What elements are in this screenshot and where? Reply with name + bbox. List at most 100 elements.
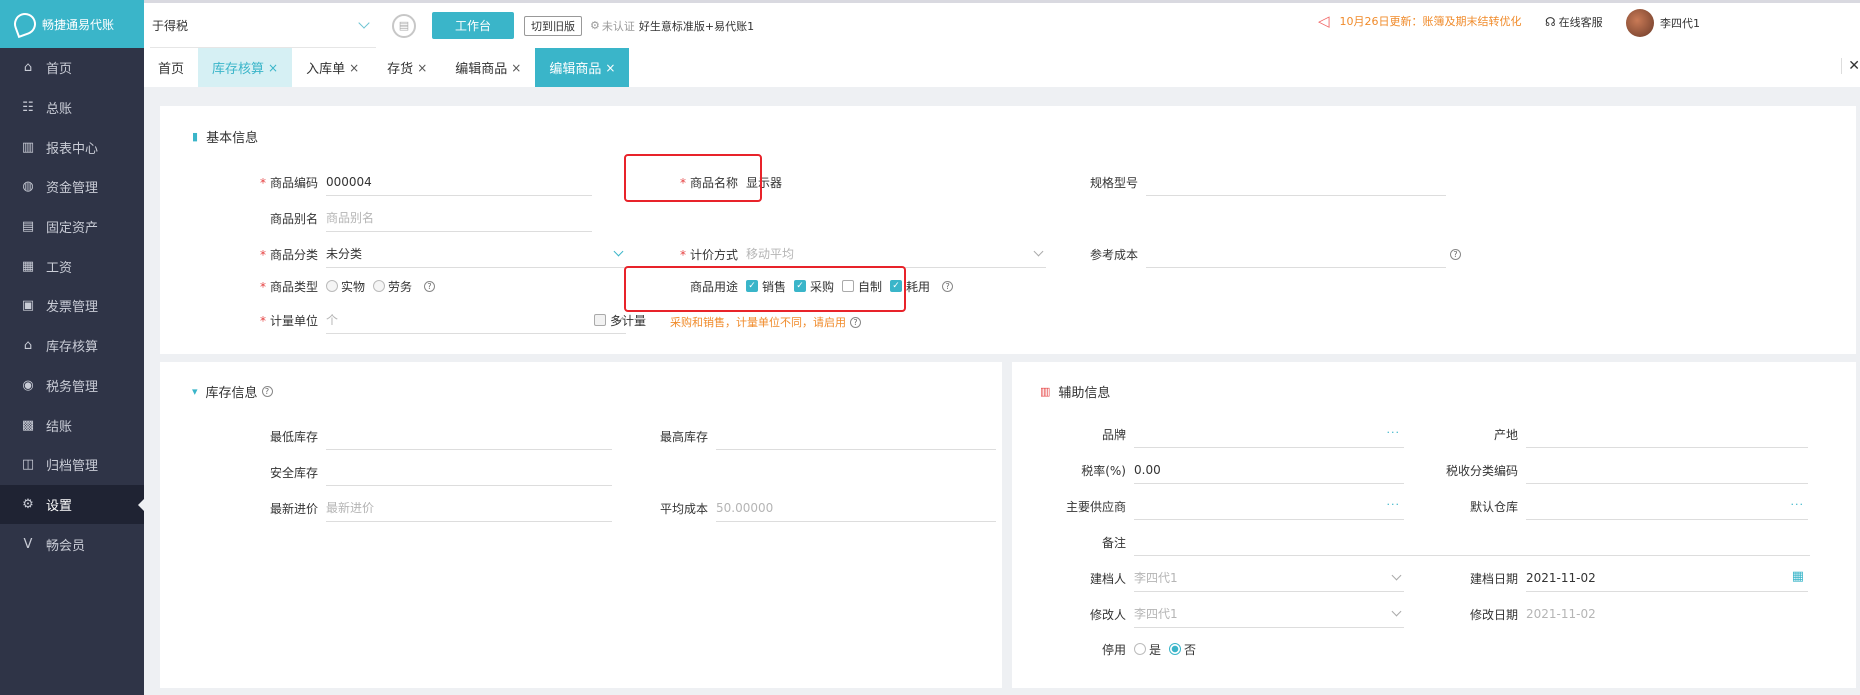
sidebar-item-9[interactable]: ▩ 结账 — [0, 405, 144, 445]
help-icon[interactable]: ? — [850, 316, 861, 328]
help-icon[interactable]: ? — [261, 386, 273, 397]
type-radio-physical[interactable]: 实物 — [326, 278, 365, 295]
usage-option-label: 耗用 — [906, 279, 931, 294]
sidebar-item-1[interactable]: ☷ 总账 — [0, 88, 144, 128]
unit-select[interactable]: 个 — [326, 306, 626, 334]
company-select[interactable]: 于得税 — [150, 4, 376, 48]
tax-rate-input[interactable]: 0.00 — [1134, 456, 1404, 484]
last-price-input[interactable]: 最新进价 — [326, 494, 612, 522]
logo-text: 畅捷通易代账 — [42, 17, 115, 32]
note-input[interactable] — [1134, 528, 1810, 556]
sidebar-item-4[interactable]: ▤ 固定资产 — [0, 207, 144, 247]
modifier-select[interactable]: 李四代1 — [1134, 600, 1404, 628]
tab-0[interactable]: 首页 — [144, 48, 198, 87]
aux-info-title: 辅助信息 — [1058, 386, 1111, 401]
sidebar-item-label: 资金管理 — [46, 181, 99, 197]
sidebar-item-2[interactable]: ▥ 报表中心 — [0, 127, 144, 167]
sidebar-item-3[interactable]: ◍ 资金管理 — [0, 167, 144, 207]
help-icon[interactable]: ? — [942, 280, 954, 292]
creator-select[interactable]: 李四代1 — [1134, 564, 1404, 592]
avg-cost-field: 平均成本 50.00000 — [616, 494, 996, 522]
more-icon[interactable]: ··· — [1791, 498, 1805, 511]
workbench-button[interactable]: 工作台 — [432, 12, 514, 39]
category-select[interactable]: 未分类 — [326, 240, 626, 268]
safe-stock-input[interactable] — [326, 458, 612, 486]
trash-icon: ▾ — [192, 385, 198, 398]
calendar-icon[interactable]: ▦ — [1792, 569, 1804, 584]
close-icon[interactable]: × — [268, 61, 278, 75]
modify-date-label: 修改日期 — [1469, 607, 1518, 622]
min-stock-input[interactable] — [326, 422, 612, 450]
sidebar-item-12[interactable]: V 畅会员 — [0, 524, 144, 564]
document-icon[interactable]: ▤ — [392, 13, 416, 38]
origin-input[interactable] — [1526, 420, 1808, 448]
tab-2[interactable]: 入库单 × — [292, 48, 373, 87]
tab-3[interactable]: 存货 × — [373, 48, 441, 87]
tab-label: 库存核算 — [212, 62, 265, 77]
app-logo[interactable]: 畅捷通易代账 — [0, 0, 144, 48]
ref-cost-input[interactable] — [1146, 240, 1446, 268]
close-icon[interactable]: × — [417, 61, 427, 75]
type-radio-service[interactable]: 劳务 — [373, 278, 412, 295]
ledger-icon: ☷ — [22, 100, 34, 116]
tab-1[interactable]: 库存核算 × — [198, 48, 293, 87]
alias-field: 商品别名 商品别名 — [200, 204, 592, 232]
tab-4[interactable]: 编辑商品 × — [441, 48, 535, 87]
user-menu[interactable]: 李四代1 — [1626, 9, 1700, 37]
sidebar-item-label: 报表中心 — [46, 141, 99, 157]
create-date-input[interactable]: 2021-11-02 ▦ — [1526, 564, 1808, 592]
sidebar-item-8[interactable]: ◉ 税务管理 — [0, 366, 144, 406]
sidebar: 畅捷通易代账 ⌂ 首页 ☷ 总账 ▥ 报表中心 ◍ 资金管理 ▤ 固定资产 ▦ 工资 ▣ 发票管理 ⌂ 库存核… — [0, 0, 144, 695]
close-all-tabs-icon[interactable]: ✕ — [1841, 58, 1860, 74]
announcement[interactable]: ◁ 10月26日更新：账簿及期末结转优化 — [1318, 12, 1522, 30]
modify-date-field: 修改日期 2021-11-02 — [1402, 600, 1808, 628]
alias-input[interactable]: 商品别名 — [326, 204, 592, 232]
disable-radio-no[interactable]: 否 — [1169, 641, 1196, 658]
multi-unit-checkbox[interactable]: 多计量 — [594, 312, 646, 329]
max-stock-input[interactable] — [716, 422, 996, 450]
safe-stock-label: 安全库存 — [269, 465, 318, 480]
cert-status-text: 未认证 — [601, 19, 635, 33]
sidebar-item-0[interactable]: ⌂ 首页 — [0, 48, 144, 88]
unit-field: * 计量单位 个 — [200, 306, 626, 334]
help-icon[interactable]: ? — [1450, 248, 1461, 260]
sidebar-item-label: 税务管理 — [46, 379, 99, 395]
pricing-select[interactable]: 移动平均 — [746, 240, 1046, 268]
sidebar-item-6[interactable]: ▣ 发票管理 — [0, 286, 144, 326]
safe-stock-field: 安全库存 — [200, 458, 612, 486]
close-icon[interactable]: × — [349, 61, 359, 75]
brand-input[interactable]: ··· — [1134, 420, 1404, 448]
more-icon[interactable]: ··· — [1387, 498, 1401, 511]
switch-old-version-button[interactable]: 切到旧版 — [524, 15, 582, 36]
last-price-label: 最新进价 — [269, 501, 318, 516]
sidebar-item-7[interactable]: ⌂ 库存核算 — [0, 326, 144, 366]
sidebar-item-11[interactable]: ⚙ 设置 — [0, 484, 144, 525]
aux-info-header: ▥ 辅助信息 — [1040, 382, 1110, 401]
tax-code-input[interactable] — [1526, 456, 1808, 484]
certification-status[interactable]: ⚙ 未认证 好生意标准版+易代账1 — [590, 18, 754, 34]
help-icon[interactable]: ? — [424, 280, 436, 292]
home-icon: ⌂ — [23, 60, 33, 76]
shield-icon: ⚙ — [590, 19, 600, 32]
grid-icon: ▥ — [1040, 385, 1051, 398]
code-input[interactable]: 000004 — [326, 168, 592, 196]
sidebar-item-5[interactable]: ▦ 工资 — [0, 246, 144, 286]
close-icon[interactable]: × — [605, 61, 615, 75]
sidebar-item-10[interactable]: ◫ 归档管理 — [0, 445, 144, 485]
close-icon[interactable]: × — [511, 61, 521, 75]
modifier-label: 修改人 — [1089, 607, 1126, 622]
online-service[interactable]: ☊ 在线客服 — [1545, 14, 1603, 30]
tab-5[interactable]: 编辑商品 × — [535, 48, 630, 87]
company-name: 于得税 — [152, 18, 189, 33]
spec-input[interactable] — [1146, 168, 1446, 196]
warehouse-input[interactable]: ··· — [1526, 492, 1808, 520]
salary-icon: ▦ — [21, 258, 35, 274]
sidebar-item-label: 归档管理 — [46, 459, 99, 475]
pricing-label: 计价方式 — [689, 247, 738, 262]
disable-radio-yes[interactable]: 是 — [1134, 641, 1161, 658]
name-input[interactable]: 显示器 — [746, 168, 1046, 196]
spec-field: 规格型号 — [1026, 168, 1446, 196]
supplier-input[interactable]: ··· — [1134, 492, 1404, 520]
asset-icon: ▤ — [21, 219, 35, 235]
more-icon[interactable]: ··· — [1387, 426, 1401, 439]
